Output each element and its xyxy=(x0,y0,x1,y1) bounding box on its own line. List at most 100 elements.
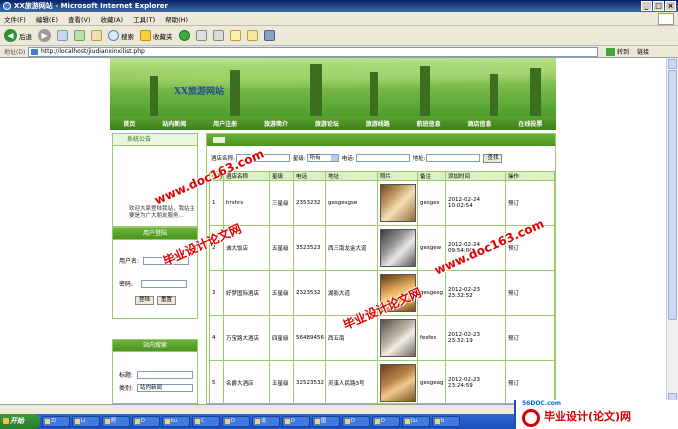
taskbar-item[interactable]: D xyxy=(342,416,370,427)
taskbar-item[interactable]: D xyxy=(132,416,160,427)
table-row: 4 万宝路大酒店 四星级 56489456 西五南 fesfes 2012-02… xyxy=(209,315,555,361)
nav-vote[interactable]: 在线投票 xyxy=(518,119,542,128)
history-icon[interactable] xyxy=(195,30,207,41)
taskbar-item[interactable]: 说 xyxy=(252,416,280,427)
nav-hotels[interactable]: 酒店信息 xyxy=(468,119,492,128)
scroll-up-arrow[interactable] xyxy=(668,59,677,69)
vertical-scrollbar[interactable] xyxy=(666,58,678,404)
nav-home[interactable]: 首页 xyxy=(123,119,135,128)
password-label: 密码: xyxy=(119,281,134,288)
taskbar-item[interactable]: D xyxy=(222,416,250,427)
go-button[interactable]: 转到 xyxy=(606,47,629,56)
login-button[interactable]: 登陆 xyxy=(135,296,155,305)
site-title: XX旅游网站 xyxy=(174,87,224,97)
site-search-header: 站内搜索 xyxy=(113,340,197,352)
col-time: 添加时间 xyxy=(445,171,506,181)
taskbar-item[interactable]: 照 xyxy=(102,416,130,427)
username-label: 用户名: xyxy=(119,258,140,265)
book-link[interactable]: 预订 xyxy=(505,270,555,316)
hotel-address-input[interactable] xyxy=(426,154,481,162)
keyword-input[interactable] xyxy=(137,370,194,379)
menu-help[interactable]: 帮助(H) xyxy=(165,14,188,24)
taskbar-item[interactable]: ku xyxy=(162,416,190,427)
taskbar-item[interactable]: Li xyxy=(72,416,100,427)
sidebar: 系统公告 欢迎大家登陆我站，我站主要是为广大朋友服务... 用户登陆 用户名: … xyxy=(112,133,198,404)
address-input[interactable]: http://localhost/jiudianxinxilist.php xyxy=(28,46,598,57)
refresh-icon[interactable] xyxy=(74,30,85,41)
start-button[interactable]: 开始 xyxy=(0,414,40,429)
nav-register[interactable]: 用户注册 xyxy=(213,119,237,128)
phone-input[interactable] xyxy=(355,154,410,162)
nav-routes[interactable]: 旅游线路 xyxy=(366,119,390,128)
site-search-box: 站内搜索 标题: 类别: 站内新闻 xyxy=(112,339,198,404)
find-button[interactable]: 查找 xyxy=(483,153,503,163)
menu-view[interactable]: 查看(V) xyxy=(68,14,91,24)
nav-intro[interactable]: 旅游简介 xyxy=(264,119,288,128)
media-icon[interactable] xyxy=(178,30,190,41)
hotel-photo[interactable] xyxy=(380,364,416,402)
menu-edit[interactable]: 编辑(E) xyxy=(36,14,58,24)
taskbar-item[interactable]: D xyxy=(282,416,310,427)
search-icon xyxy=(108,30,119,41)
minimize-button[interactable]: _ xyxy=(641,1,652,11)
taskbar-item[interactable]: D xyxy=(372,416,400,427)
taskbar-item[interactable]: 图 xyxy=(312,416,340,427)
back-button[interactable]: ◀ 后退 xyxy=(4,29,32,42)
address-bar: 地址(D) http://localhost/jiudianxinxilist.… xyxy=(0,46,678,58)
taskbar-item[interactable]: b xyxy=(432,416,460,427)
edit-icon[interactable] xyxy=(246,30,258,41)
nav-flights[interactable]: 航班信息 xyxy=(417,119,441,128)
search-button[interactable]: 搜索 xyxy=(108,30,134,41)
nav-forum[interactable]: 旅游论坛 xyxy=(315,119,339,128)
menu-tools[interactable]: 工具(T) xyxy=(133,14,155,24)
scroll-thumb[interactable] xyxy=(668,70,677,320)
book-link[interactable]: 预订 xyxy=(505,180,555,226)
col-address: 地址 xyxy=(325,171,378,181)
taskbar-item[interactable]: ZI xyxy=(42,416,70,427)
reset-button[interactable]: 重置 xyxy=(157,296,177,305)
folder-icon[interactable] xyxy=(229,30,241,41)
website: XX旅游网站 首页 站内新闻 用户注册 旅游简介 旅游论坛 旅游线路 航班信息 … xyxy=(110,58,556,406)
star-select[interactable]: 所有 xyxy=(306,154,339,162)
close-button[interactable]: × xyxy=(665,1,676,11)
hotel-photo[interactable] xyxy=(380,229,416,267)
col-star: 星级 xyxy=(269,171,294,181)
ie-icon xyxy=(3,2,11,10)
messenger-icon[interactable] xyxy=(263,30,275,41)
col-op: 操作 xyxy=(505,171,555,181)
hotel-photo[interactable] xyxy=(380,319,416,357)
hotel-list-panel: 酒店名称: 星级: 所有 电话: 地址: 查找 序号 酒店名称 星级 电话 地址… xyxy=(206,133,556,406)
table-row: 5 名爵大酒店 五星级 32523532 灵溪人民路3号 gesgeag 201… xyxy=(209,360,555,406)
table-header-row: 序号 酒店名称 星级 电话 地址 照片 备注 添加时间 操作 xyxy=(209,171,555,181)
phone-label: 电话: xyxy=(341,156,355,162)
go-arrow-icon xyxy=(606,47,615,56)
favorites-button[interactable]: 收藏夹 xyxy=(140,30,173,41)
stop-icon[interactable] xyxy=(57,30,68,41)
nav-news[interactable]: 站内新闻 xyxy=(162,119,186,128)
star-icon xyxy=(140,30,151,41)
forward-arrow-icon: ▶ xyxy=(38,29,51,42)
type-select[interactable]: 站内新闻 xyxy=(137,383,194,392)
password-input[interactable] xyxy=(141,279,188,288)
taskbar-item[interactable]: C xyxy=(192,416,220,427)
col-phone: 电话 xyxy=(293,171,326,181)
hotel-photo[interactable] xyxy=(380,184,416,222)
back-arrow-icon: ◀ xyxy=(4,29,17,42)
menu-bar: 文件(F) 编辑(E) 查看(V) 收藏(A) 工具(T) 帮助(H) xyxy=(0,12,678,26)
taskbar-item[interactable]: jiu xyxy=(402,416,430,427)
book-link[interactable]: 预订 xyxy=(505,315,555,361)
menu-file[interactable]: 文件(F) xyxy=(4,14,26,24)
brand-main: 毕业设计(论文)网 xyxy=(544,410,632,423)
links-button[interactable]: 链接 xyxy=(637,47,649,56)
menu-favorites[interactable]: 收藏(A) xyxy=(101,14,124,24)
col-photo: 照片 xyxy=(377,171,418,181)
table-row: 1 hrshrs 三星级 2353232 gesgesgse gesges 20… xyxy=(209,180,555,226)
book-link[interactable]: 预订 xyxy=(505,360,555,406)
forward-button[interactable]: ▶ xyxy=(38,29,51,42)
address-label: 地址(D) xyxy=(4,49,26,56)
address-label: 地址: xyxy=(412,156,426,162)
maximize-button[interactable]: □ xyxy=(653,1,664,11)
home-icon[interactable] xyxy=(91,30,102,41)
mail-icon[interactable] xyxy=(212,30,224,41)
browser-viewport: XX旅游网站 首页 站内新闻 用户注册 旅游简介 旅游论坛 旅游线路 航班信息 … xyxy=(0,58,678,406)
